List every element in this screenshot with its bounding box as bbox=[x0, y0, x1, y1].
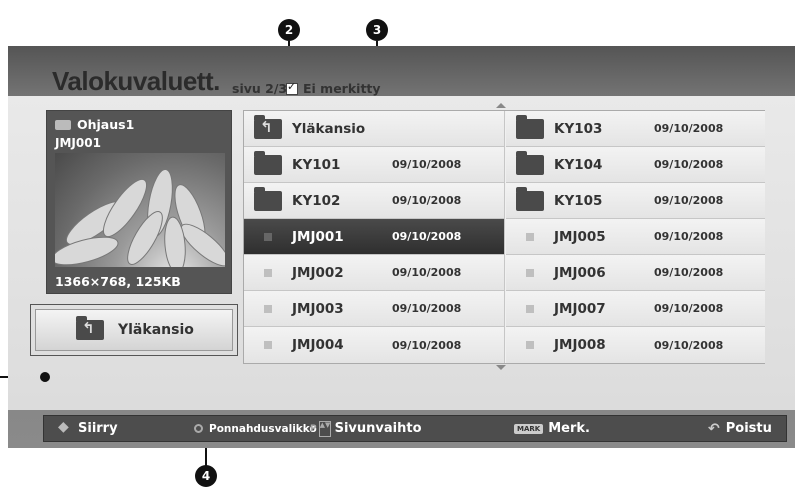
footer-mark-label: Merk. bbox=[548, 421, 590, 436]
folder-icon bbox=[254, 150, 282, 175]
item-name: JMJ007 bbox=[554, 300, 606, 317]
item-date: 09/10/2008 bbox=[392, 338, 462, 352]
photo-file-icon bbox=[264, 232, 272, 241]
list-item[interactable]: KY103 09/10/2008 bbox=[506, 111, 765, 147]
item-date: 09/10/2008 bbox=[392, 158, 462, 171]
item-date: 09/10/2008 bbox=[654, 158, 724, 171]
source-label: Ohjaus1 bbox=[55, 117, 134, 132]
photo-preview: Ohjaus1 JMJ001 1366×768, 125KB bbox=[46, 110, 232, 294]
mark-key-icon: MARK bbox=[514, 423, 544, 434]
list-item[interactable]: KY104 09/10/2008 bbox=[506, 147, 765, 183]
dpad-icon bbox=[58, 419, 72, 436]
callout-4: 4 bbox=[195, 465, 217, 487]
folder-icon bbox=[516, 114, 544, 139]
flower-image bbox=[55, 168, 225, 267]
list-item[interactable]: JMJ007 09/10/2008 bbox=[506, 291, 765, 327]
item-name: JMJ004 bbox=[292, 337, 344, 353]
item-name: KY101 bbox=[292, 156, 341, 173]
footer-bar: Siirry Ponnahdusvalikko P▲▼ Sivunvaihto … bbox=[43, 415, 787, 442]
preview-thumbnail bbox=[55, 153, 225, 267]
up-folder-icon bbox=[254, 114, 282, 139]
item-name: KY102 bbox=[292, 192, 341, 209]
item-name: JMJ008 bbox=[554, 337, 606, 353]
photo-file-icon bbox=[264, 341, 272, 349]
back-icon: ↶ bbox=[708, 420, 720, 437]
item-name: KY103 bbox=[554, 120, 603, 137]
list-item[interactable]: KY101 09/10/2008 bbox=[244, 147, 505, 183]
source-name: Ohjaus1 bbox=[77, 117, 135, 132]
list-item[interactable]: JMJ008 09/10/2008 bbox=[506, 327, 765, 363]
ok-button-icon bbox=[194, 424, 203, 433]
list-item[interactable]: JMJ003 09/10/2008 bbox=[244, 291, 505, 327]
item-name: JMJ005 bbox=[554, 228, 606, 245]
item-name: JMJ003 bbox=[292, 300, 344, 317]
preview-resolution: 1366×768, 125KB bbox=[55, 274, 181, 289]
item-name: JMJ002 bbox=[292, 264, 344, 281]
item-date: 09/10/2008 bbox=[392, 302, 462, 315]
page-title: Valokuvaluett. bbox=[52, 66, 220, 96]
item-date: 09/10/2008 bbox=[654, 194, 724, 207]
footer-exit[interactable]: ↶ Poistu bbox=[708, 421, 772, 437]
list-item[interactable]: JMJ005 09/10/2008 bbox=[506, 219, 765, 255]
item-date: 09/10/2008 bbox=[654, 302, 724, 315]
callout-1-dot bbox=[40, 372, 50, 382]
folder-icon bbox=[516, 150, 544, 175]
photo-file-icon bbox=[264, 304, 272, 313]
up-folder-icon bbox=[76, 316, 104, 340]
footer-page-change[interactable]: P ▲▼ Sivunvaihto bbox=[310, 420, 422, 437]
item-date: 09/10/2008 bbox=[654, 122, 724, 135]
file-grid: Yläkansio KY103 09/10/2008 KY101 09/10/2… bbox=[243, 110, 765, 364]
folder-icon bbox=[516, 186, 544, 211]
list-item[interactable]: JMJ006 09/10/2008 bbox=[506, 255, 765, 291]
up-folder-button[interactable]: Yläkansio bbox=[35, 309, 233, 351]
item-date: 09/10/2008 bbox=[392, 266, 462, 279]
photo-file-icon bbox=[526, 304, 534, 313]
list-item[interactable]: JMJ004 09/10/2008 bbox=[244, 327, 505, 363]
photo-file-icon bbox=[526, 232, 534, 241]
item-date: 09/10/2008 bbox=[654, 338, 724, 352]
footer-mark[interactable]: MARK Merk. bbox=[514, 421, 590, 436]
photo-file-icon bbox=[526, 341, 534, 349]
list-item[interactable]: KY102 09/10/2008 bbox=[244, 183, 505, 219]
item-name: KY105 bbox=[554, 192, 603, 209]
footer-exit-label: Poistu bbox=[725, 421, 772, 436]
item-name: JMJ001 bbox=[292, 228, 344, 245]
item-name: KY104 bbox=[554, 156, 603, 173]
mark-status: Ei merkitty bbox=[286, 80, 381, 96]
mark-status-label: Ei merkitty bbox=[303, 81, 381, 96]
list-item[interactable]: JMJ002 09/10/2008 bbox=[244, 255, 505, 291]
up-folder-label: Yläkansio bbox=[118, 322, 194, 338]
photo-file-icon bbox=[526, 268, 534, 277]
item-date: 09/10/2008 bbox=[654, 266, 724, 279]
footer-page-change-label: Sivunvaihto bbox=[334, 421, 422, 436]
photo-file-icon bbox=[264, 268, 272, 277]
item-name: JMJ006 bbox=[554, 264, 606, 281]
callout-2: 2 bbox=[278, 19, 300, 41]
checkbox-icon bbox=[286, 80, 298, 95]
page-indicator: sivu 2/3 bbox=[232, 81, 288, 96]
footer-move[interactable]: Siirry bbox=[58, 419, 118, 437]
item-date: 09/10/2008 bbox=[392, 194, 462, 207]
item-name: Yläkansio bbox=[292, 120, 366, 137]
preview-filename: JMJ001 bbox=[55, 136, 101, 150]
item-date: 09/10/2008 bbox=[392, 230, 462, 243]
footer-move-label: Siirry bbox=[78, 421, 118, 436]
item-date: 09/10/2008 bbox=[654, 230, 724, 243]
footer-popup-label: Ponnahdusvalikko bbox=[209, 422, 317, 435]
page-key-icon: P ▲▼ bbox=[310, 420, 331, 437]
folder-icon bbox=[254, 186, 282, 211]
scroll-up-arrow[interactable] bbox=[496, 103, 506, 108]
usb-device-icon bbox=[55, 119, 71, 130]
callout-3: 3 bbox=[366, 19, 388, 41]
list-item[interactable]: Yläkansio bbox=[244, 111, 505, 147]
list-item-selected[interactable]: JMJ001 09/10/2008 bbox=[244, 219, 505, 255]
footer-popup-menu[interactable]: Ponnahdusvalikko bbox=[194, 423, 317, 435]
list-item[interactable]: KY105 09/10/2008 bbox=[506, 183, 765, 219]
scroll-down-arrow[interactable] bbox=[496, 365, 506, 370]
